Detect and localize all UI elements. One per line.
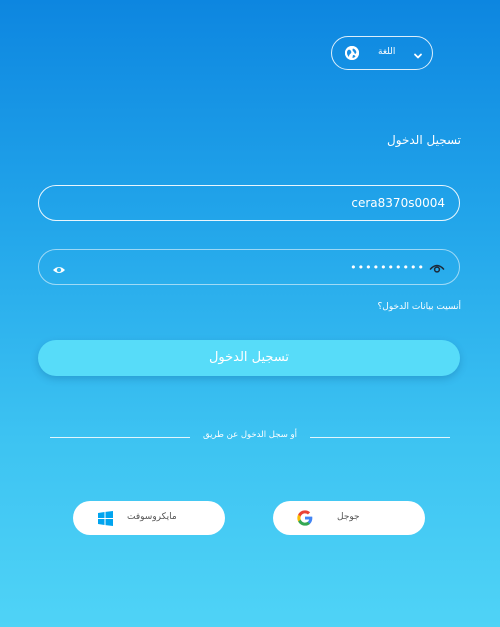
globe-icon: [345, 46, 359, 60]
google-logo-icon: [297, 510, 313, 526]
divider-line-right: [310, 437, 450, 438]
login-button[interactable]: تسجيل الدخول: [38, 340, 460, 376]
alternate-login-text: أو سجل الدخول عن طريق: [202, 430, 297, 440]
google-login-button[interactable]: جوجل: [273, 501, 425, 535]
password-input[interactable]: [73, 250, 425, 284]
microsoft-login-button[interactable]: مايكروسوفت: [73, 501, 225, 535]
login-screen: اللغة تسجيل الدخول أنسيت بيانات الدخول: [0, 0, 500, 627]
windows-logo-icon: [98, 511, 113, 526]
language-label: اللغة: [378, 47, 396, 57]
divider-line-left: [50, 437, 190, 438]
microsoft-label: مايكروسوفت: [127, 512, 177, 522]
username-input[interactable]: [55, 186, 445, 220]
password-field-container: [38, 249, 460, 285]
google-label: جوجل: [337, 512, 360, 522]
forgot-credentials-link[interactable]: أنسيت بيانات الدخول؟: [378, 302, 462, 312]
username-field-container: [38, 185, 460, 221]
page-title: تسجيل الدخول: [387, 133, 461, 147]
language-selector[interactable]: اللغة: [331, 36, 433, 70]
chevron-down-icon: [412, 47, 424, 59]
eye-open-icon[interactable]: [429, 260, 445, 274]
eye-icon[interactable]: [52, 261, 66, 273]
